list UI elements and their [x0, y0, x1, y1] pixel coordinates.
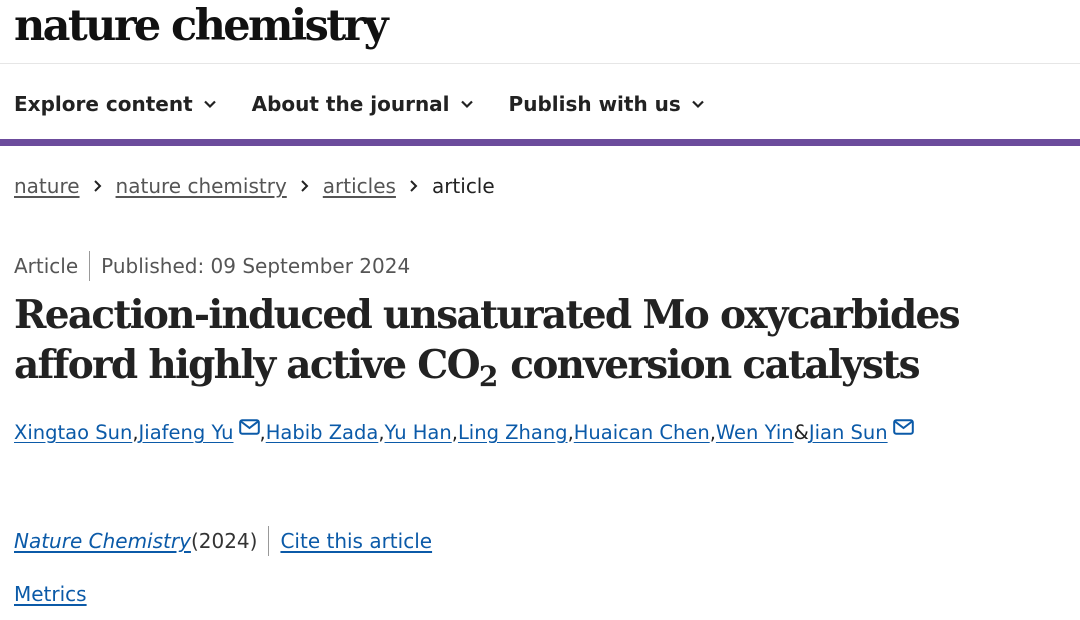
author-link[interactable]: Yu Han [385, 421, 452, 444]
author-link[interactable]: Habib Zada [266, 421, 379, 444]
chevron-down-icon [692, 100, 704, 109]
site-logo[interactable]: nature chemistry [14, 0, 389, 54]
meta-divider [89, 251, 91, 281]
author-list: Xingtao Sun, Jiafeng Yu, Habib Zada, Yu … [14, 418, 914, 444]
breadcrumb-nature[interactable]: nature [14, 174, 80, 198]
nav-publish-with-us[interactable]: Publish with us [509, 92, 706, 116]
author-link[interactable]: Huaican Chen [574, 421, 710, 444]
breadcrumb-nature-chemistry[interactable]: nature chemistry [116, 174, 287, 198]
metrics-link[interactable]: Metrics [14, 582, 87, 606]
main-nav: Explore content About the journal Publis… [14, 84, 740, 124]
publication-year: (2024) [190, 529, 258, 553]
author-separator: & [793, 421, 809, 444]
title-subscript: 2 [478, 360, 499, 393]
accent-bar [0, 139, 1080, 146]
nav-item-label: About the journal [251, 92, 450, 116]
chevron-down-icon [460, 100, 473, 109]
chevron-down-icon [203, 100, 216, 109]
envelope-icon[interactable] [892, 418, 914, 435]
nav-item-label: Explore content [14, 92, 193, 116]
breadcrumb-articles[interactable]: articles [323, 174, 396, 198]
header-divider [0, 63, 1080, 64]
author-link[interactable]: Xingtao Sun [14, 421, 132, 444]
journal-link[interactable]: Nature Chemistry [14, 529, 191, 553]
citation-divider [268, 526, 270, 556]
published-date: Published: 09 September 2024 [101, 254, 411, 278]
author-link[interactable]: Jiafeng Yu [139, 421, 234, 444]
nav-item-label: Publish with us [508, 92, 681, 116]
article-type: Article [14, 254, 79, 278]
author-link[interactable]: Jian Sun [809, 421, 888, 444]
title-text-end: conversion catalysts [498, 342, 920, 388]
article-title: Reaction-induced unsaturated Mo oxycarbi… [14, 290, 1054, 393]
breadcrumb: nature nature chemistry articles article [14, 174, 495, 198]
chevron-right-icon [301, 180, 309, 192]
author-link[interactable]: Wen Yin [716, 421, 794, 444]
article-meta: Article Published: 09 September 2024 [14, 251, 410, 281]
nav-about-the-journal[interactable]: About the journal [252, 92, 475, 116]
author-link[interactable]: Ling Zhang [458, 421, 568, 444]
chevron-right-icon [93, 180, 101, 192]
breadcrumb-current: article [431, 174, 495, 198]
cite-this-article-link[interactable]: Cite this article [280, 529, 432, 553]
envelope-icon[interactable] [238, 418, 260, 435]
chevron-right-icon [410, 180, 418, 192]
citation-line: Nature Chemistry (2024) Cite this articl… [14, 526, 432, 556]
nav-explore-content[interactable]: Explore content [14, 92, 218, 116]
